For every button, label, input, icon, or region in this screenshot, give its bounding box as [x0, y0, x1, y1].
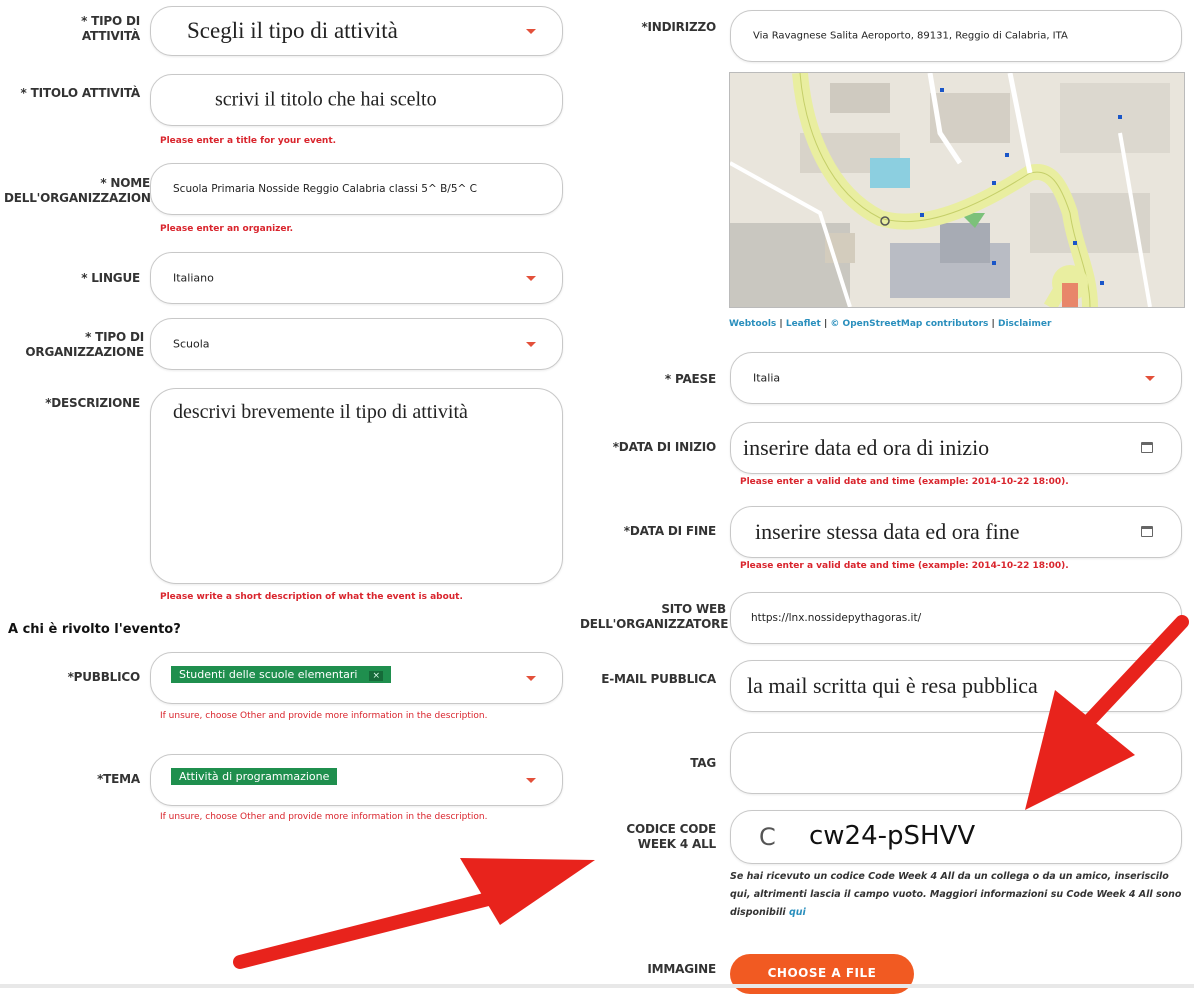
annotation-arrows	[233, 615, 1189, 969]
arrow-left	[233, 858, 595, 969]
bottom-divider	[0, 984, 1194, 988]
arrow-right	[1025, 615, 1189, 810]
